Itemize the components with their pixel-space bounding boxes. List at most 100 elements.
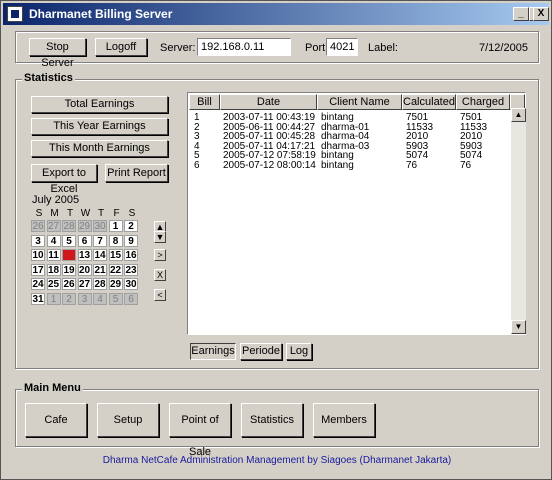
calendar-day[interactable]: 14 (93, 249, 107, 261)
statistics-button[interactable]: Statistics (241, 403, 303, 437)
tab-periode[interactable]: Periode (240, 343, 282, 360)
calendar-day[interactable]: 24 (31, 278, 45, 290)
calendar-day[interactable]: 1 (108, 220, 123, 232)
statistics-title: Statistics (22, 72, 75, 84)
scroll-up-icon[interactable]: ▲ (511, 108, 526, 122)
statistics-menu-label: Statistics (249, 414, 294, 426)
table-row[interactable]: 6 2005-07-12 08:00:14 bintang 76 76 (190, 160, 510, 171)
col-header-calculated[interactable]: Calculated (402, 94, 456, 110)
calendar-day[interactable]: 18 (46, 263, 61, 276)
this-year-earnings-label: This Year Earnings (53, 120, 146, 132)
total-earnings-button[interactable]: Total Earnings (31, 96, 168, 113)
calendar-day[interactable]: 29 (108, 278, 123, 290)
label-label: Label: (368, 42, 398, 54)
close-button[interactable]: X (533, 7, 549, 21)
calendar-day[interactable]: 30 (124, 278, 138, 290)
calendar-day[interactable]: 25 (46, 278, 61, 290)
calendar-day[interactable]: 15 (108, 249, 123, 261)
members-button[interactable]: Members (313, 403, 375, 437)
calendar-month: July 2005 (32, 194, 80, 206)
tab-log[interactable]: Log (286, 343, 312, 360)
col-header-bill[interactable]: Bill (189, 94, 220, 110)
calendar-day[interactable]: 26 (62, 278, 76, 290)
calendar-day[interactable]: 6 (124, 292, 138, 305)
calendar-day[interactable]: 19 (62, 263, 76, 276)
date-display: 7/12/2005 (479, 42, 528, 54)
calendar-day[interactable]: 5 (62, 234, 76, 247)
minimize-button[interactable]: _ (513, 7, 529, 21)
col-header-client[interactable]: Client Name (317, 94, 402, 110)
col-header-charged[interactable]: Charged (456, 94, 510, 110)
calendar-day[interactable]: 3 (77, 292, 92, 305)
server-input[interactable]: 192.168.0.11 (197, 38, 291, 56)
calendar-prev-button[interactable]: < (154, 289, 166, 301)
calendar-day[interactable]: 9 (124, 234, 138, 247)
calendar-day[interactable]: 5 (108, 292, 123, 305)
export-excel-button[interactable]: Export to Excel (31, 164, 97, 195)
setup-button[interactable]: Setup (97, 403, 159, 437)
calendar-day[interactable]: 7 (93, 234, 107, 247)
calendar-down-icon[interactable]: ▼ (154, 231, 166, 243)
calendar-day[interactable]: 23 (124, 263, 138, 276)
logoff-label: Logoff (105, 41, 137, 53)
calendar-day[interactable]: 3 (31, 234, 45, 247)
calendar-day-today[interactable]: 12 (62, 249, 76, 261)
calendar-day[interactable]: 27 (77, 278, 92, 290)
calendar-day[interactable]: 27 (46, 220, 61, 232)
calendar-day[interactable]: 28 (62, 220, 76, 232)
calendar-day[interactable]: 10 (31, 249, 45, 261)
calendar-day[interactable]: 6 (77, 234, 92, 247)
calendar-day[interactable]: 16 (124, 249, 138, 261)
calendar-day[interactable]: 20 (77, 263, 92, 276)
stop-server-button[interactable]: Stop Server (29, 38, 86, 69)
calendar-day[interactable]: 30 (93, 220, 107, 232)
weekday-label: T (97, 208, 105, 219)
calendar-day[interactable]: 1 (46, 292, 61, 305)
server-label: Server: (160, 42, 196, 54)
calendar-day[interactable]: 4 (46, 234, 61, 247)
cafe-button[interactable]: Cafe (25, 403, 87, 437)
logoff-button[interactable]: Logoff (95, 38, 147, 56)
point-of-sale-button[interactable]: Point of Sale (169, 403, 231, 458)
calendar-day[interactable]: 13 (77, 249, 92, 261)
calendar-day[interactable]: 8 (108, 234, 123, 247)
members-label: Members (321, 414, 367, 426)
weekday-label: M (50, 208, 59, 219)
this-year-earnings-button[interactable]: This Year Earnings (31, 118, 168, 135)
main-menu-title: Main Menu (22, 382, 83, 394)
this-month-earnings-button[interactable]: This Month Earnings (31, 140, 168, 157)
weekday-label: F (113, 208, 120, 219)
print-report-button[interactable]: Print Report (105, 164, 168, 182)
port-input[interactable]: 4021 (326, 38, 358, 56)
weekday-label: S (128, 208, 136, 219)
calendar-day[interactable]: 31 (31, 292, 45, 305)
calendar-day[interactable]: 28 (93, 278, 107, 290)
window-title: Dharmanet Billing Server (29, 7, 173, 21)
calendar-day[interactable]: 2 (124, 220, 138, 232)
calendar-day[interactable]: 11 (46, 249, 61, 261)
scroll-down-icon[interactable]: ▼ (511, 320, 526, 334)
calendar-day[interactable]: 4 (93, 292, 107, 305)
this-month-earnings-label: This Month Earnings (49, 142, 150, 154)
tab-earnings[interactable]: Earnings (190, 343, 236, 360)
total-earnings-label: Total Earnings (64, 98, 135, 110)
title-bar[interactable]: Dharmanet Billing Server _ □ (3, 3, 549, 25)
calendar-day[interactable]: 29 (77, 220, 92, 232)
table-cell: 76 (406, 159, 418, 171)
calendar-day[interactable]: 17 (31, 263, 45, 276)
calendar-day[interactable]: 22 (108, 263, 123, 276)
calendar-day[interactable]: 26 (31, 220, 45, 232)
calendar-day[interactable]: 21 (93, 263, 107, 276)
calendar-clear-button[interactable]: X (154, 269, 166, 281)
table-scrollbar[interactable]: ▲ ▼ (511, 108, 526, 334)
col-header-date[interactable]: Date (220, 94, 317, 110)
table-cell: 6 (194, 159, 200, 171)
calendar-day[interactable]: 2 (62, 292, 76, 305)
export-excel-label: Export to Excel (41, 167, 87, 195)
weekday-label: S (35, 208, 43, 219)
cafe-label: Cafe (44, 414, 68, 426)
app-icon (7, 6, 23, 22)
billing-table[interactable]: Bill Date Client Name Calculated Charged… (187, 92, 526, 335)
calendar-next-button[interactable]: > (154, 249, 166, 261)
setup-label: Setup (113, 414, 143, 426)
